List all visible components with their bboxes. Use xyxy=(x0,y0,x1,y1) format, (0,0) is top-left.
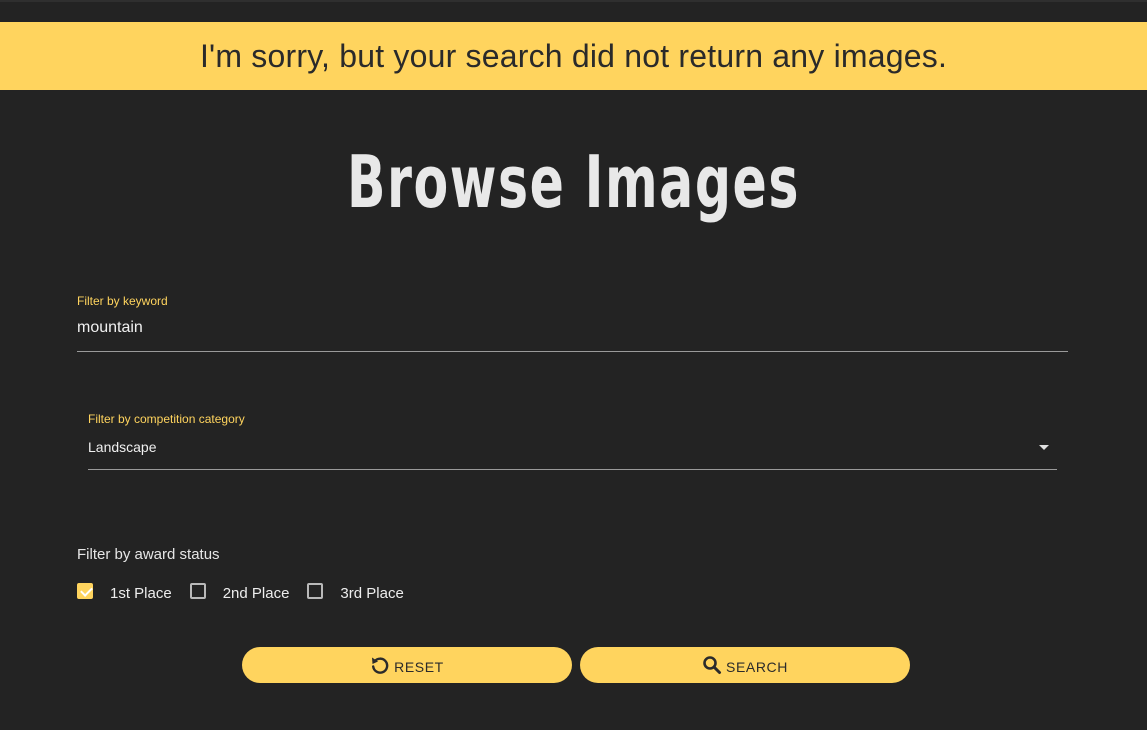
checkbox-unchecked-icon[interactable] xyxy=(189,582,206,599)
reset-icon xyxy=(372,657,389,674)
top-strip xyxy=(0,0,1147,22)
award-filter-label: Filter by award status xyxy=(77,546,220,563)
checkbox-1st-place[interactable]: 1st Place xyxy=(77,582,172,602)
page-title: Browse Images xyxy=(346,140,801,224)
keyword-filter: Filter by keyword xyxy=(77,294,1068,352)
no-results-alert: I'm sorry, but your search did not retur… xyxy=(0,22,1147,90)
checkbox-label: 1st Place xyxy=(110,585,172,602)
keyword-input[interactable] xyxy=(77,319,1057,337)
dropdown-caret-icon[interactable] xyxy=(1039,445,1049,450)
checkbox-checked-icon[interactable] xyxy=(77,582,93,599)
alert-message: I'm sorry, but your search did not retur… xyxy=(199,37,948,74)
checkbox-label: 3rd Place xyxy=(340,585,404,602)
category-select-value[interactable]: Landscape xyxy=(88,439,157,455)
checkbox-3rd-place[interactable]: 3rd Place xyxy=(307,582,404,602)
checkbox-unchecked-icon[interactable] xyxy=(307,582,324,599)
category-filter[interactable]: Filter by competition category Landscape xyxy=(88,412,1057,470)
award-checkbox-group: 1st Place 2nd Place 3rd Place xyxy=(77,580,422,604)
category-filter-label: Filter by competition category xyxy=(88,412,245,426)
search-icon xyxy=(703,656,722,674)
reset-button[interactable]: RESET xyxy=(242,647,572,683)
reset-button-label: RESET xyxy=(394,658,444,675)
search-button[interactable]: SEARCH xyxy=(580,647,910,683)
checkbox-2nd-place[interactable]: 2nd Place xyxy=(189,582,290,602)
search-button-label: SEARCH xyxy=(726,658,788,675)
checkbox-label: 2nd Place xyxy=(222,585,290,602)
keyword-filter-label: Filter by keyword xyxy=(77,294,168,308)
